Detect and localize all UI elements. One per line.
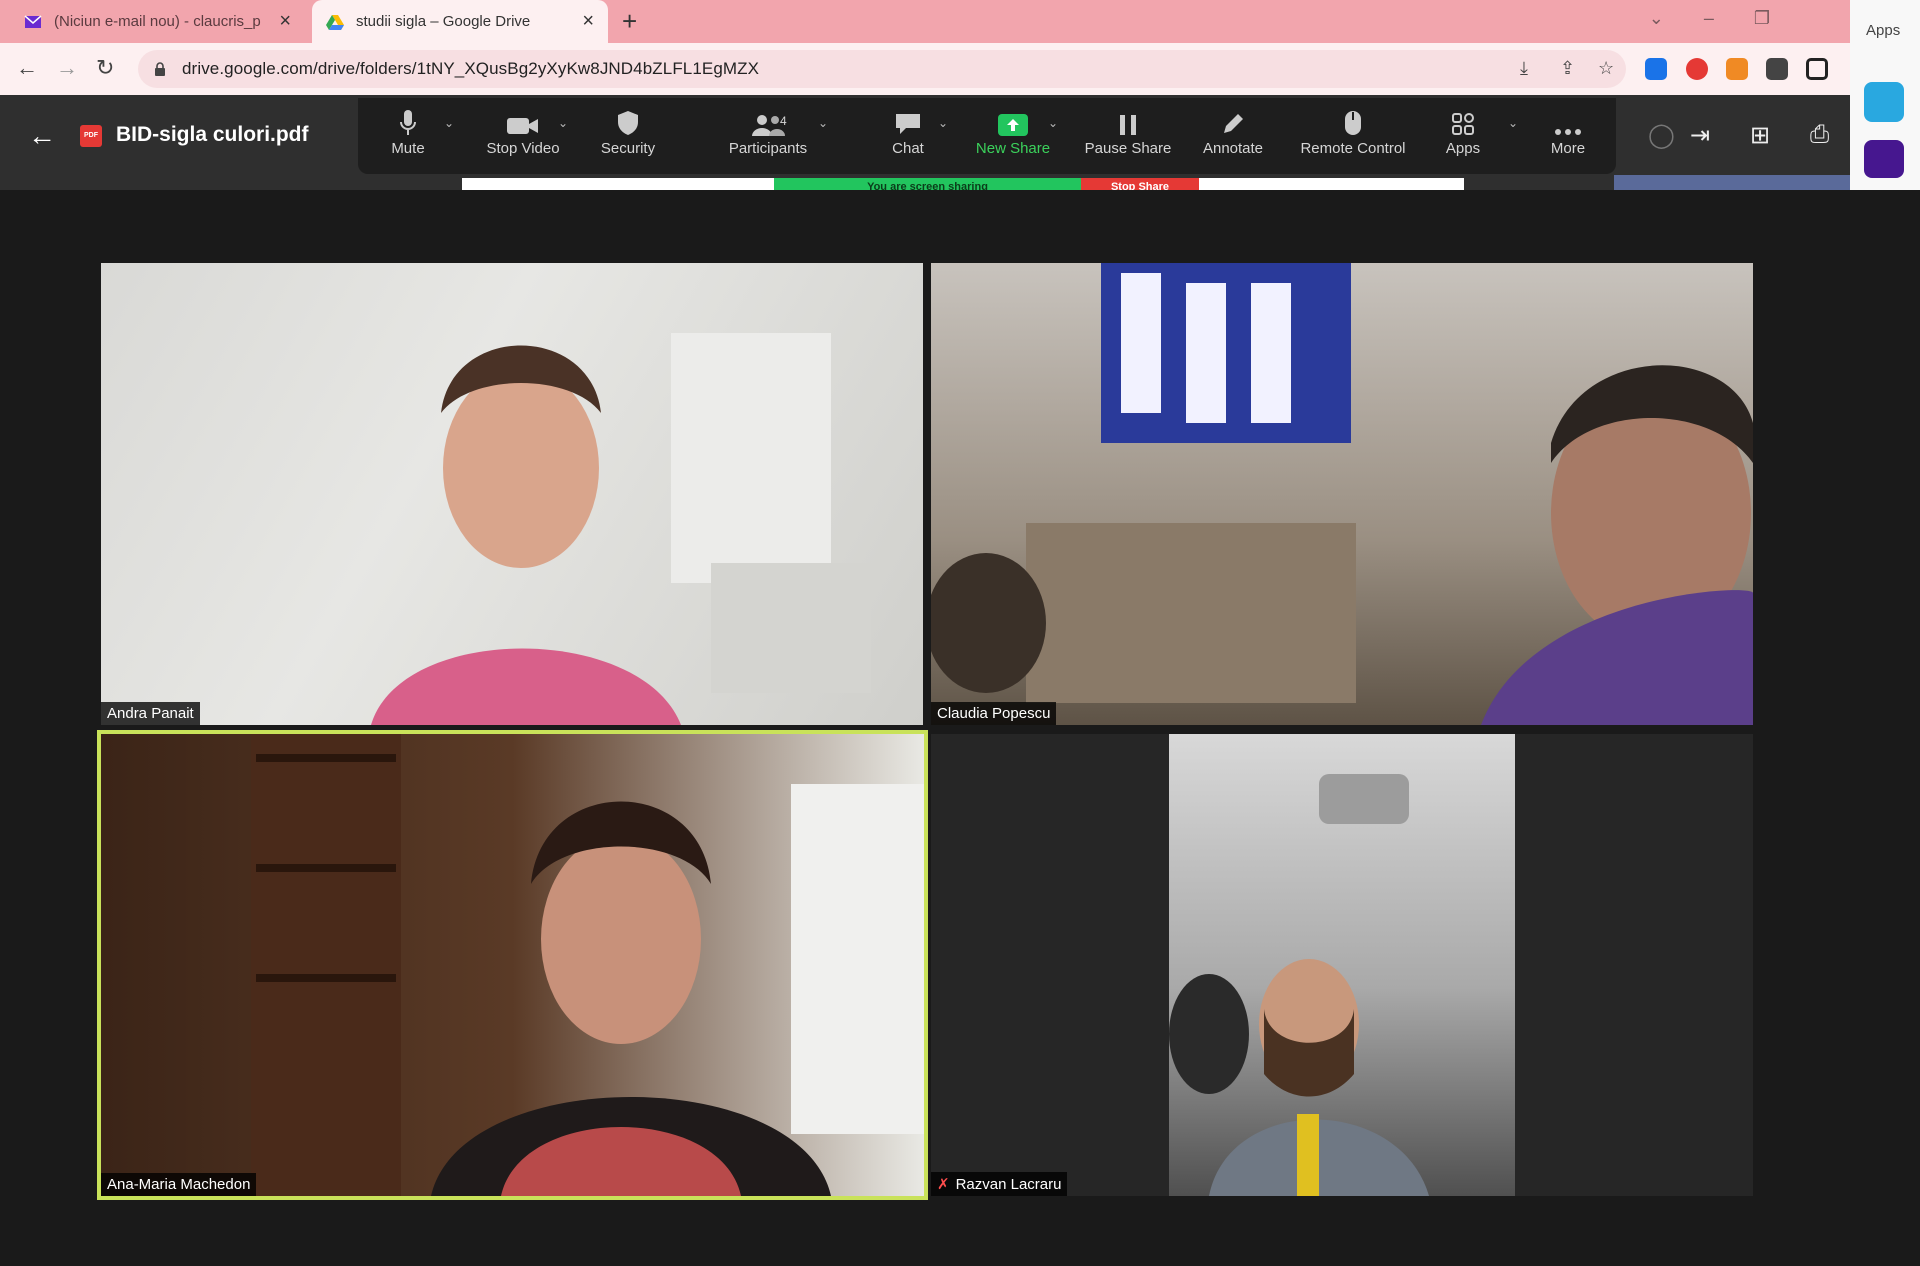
muted-microphone-icon: ✗	[937, 1176, 950, 1193]
apps-label: Apps	[1445, 140, 1481, 157]
video-camera-icon	[507, 118, 538, 134]
close-icon[interactable]: ×	[279, 10, 291, 33]
print-icon[interactable]: ⎙	[1810, 121, 1829, 149]
back-arrow-icon[interactable]: ←	[28, 120, 56, 152]
pause-share-button[interactable]: Pause Share	[1078, 98, 1178, 174]
security-button[interactable]: Security	[588, 98, 668, 174]
participant-video	[931, 263, 1753, 725]
chat-label: Chat	[892, 140, 924, 157]
flip-app-icon[interactable]	[1864, 82, 1904, 122]
new-tab-button[interactable]: +	[622, 6, 637, 37]
lock-icon	[155, 62, 165, 76]
screen-sharing-indicator: You are screen sharing	[774, 178, 1081, 190]
open-with-icon[interactable]: ⇥	[1690, 121, 1710, 150]
mail-icon	[24, 14, 42, 28]
chevron-down-icon[interactable]: ⌄	[818, 116, 828, 130]
shield-icon	[618, 111, 638, 135]
apps-icon	[1452, 113, 1474, 135]
participant-name-text: Razvan Lacraru	[955, 1176, 1062, 1193]
chevron-down-icon[interactable]: ⌄	[444, 116, 454, 130]
side-panel-label: Apps	[1866, 22, 1901, 39]
kahoot-app-icon[interactable]	[1864, 140, 1904, 178]
remote-control-label: Remote Control	[1300, 140, 1406, 157]
check-circle-icon[interactable]: ◯	[1648, 121, 1675, 150]
chevron-down-icon[interactable]: ⌄	[1048, 116, 1058, 130]
apps-button[interactable]: Apps	[1428, 98, 1498, 174]
video-tile[interactable]: Claudia Popescu	[931, 263, 1753, 725]
participant-video	[371, 333, 871, 725]
security-label: Security	[600, 140, 656, 157]
stop-video-button[interactable]: Stop Video	[478, 98, 568, 174]
tab-email[interactable]: (Niciun e-mail nou) - claucris_p ×	[10, 0, 305, 43]
chat-bubble-icon	[896, 114, 920, 134]
side-panel-icon[interactable]	[1806, 58, 1828, 80]
pdf-icon: PDF	[80, 125, 102, 147]
video-tile-active-speaker[interactable]: Ana-Maria Machedon	[97, 730, 928, 1200]
forward-arrow-icon[interactable]: →	[56, 55, 78, 81]
restore-icon[interactable]: ❐	[1754, 8, 1770, 29]
back-arrow-icon[interactable]: ←	[16, 55, 38, 81]
pause-icon	[1120, 115, 1136, 135]
pause-share-label: Pause Share	[1084, 140, 1172, 157]
side-panel: Apps	[1850, 0, 1920, 190]
more-dots-icon	[1555, 129, 1581, 135]
address-bar-row: ← → ↻ drive.google.com/drive/folders/1tN…	[0, 43, 1850, 95]
window-controls: ⌄ – ❐	[1649, 8, 1770, 29]
stop-share-button[interactable]: Stop Share	[1081, 178, 1199, 190]
close-icon[interactable]: ×	[582, 10, 594, 33]
participants-button[interactable]: Participants	[718, 98, 818, 174]
new-share-button[interactable]: New Share	[968, 98, 1058, 174]
metamask-icon[interactable]	[1726, 58, 1748, 80]
tab-strip: (Niciun e-mail nou) - claucris_p × studi…	[0, 0, 1850, 43]
mute-label: Mute	[391, 140, 425, 157]
chevron-down-icon[interactable]: ⌄	[558, 116, 568, 130]
participants-label: Participants	[728, 140, 808, 157]
google-drive-icon	[326, 14, 344, 30]
reload-icon[interactable]: ↻	[96, 55, 114, 81]
video-tile[interactable]: ✗ Razvan Lacraru	[931, 734, 1753, 1196]
mouse-icon	[1345, 111, 1361, 135]
chevron-down-icon[interactable]: ⌄	[1649, 8, 1664, 29]
install-icon[interactable]: ⤓	[1520, 58, 1528, 79]
participant-name: Andra Panait	[101, 702, 200, 725]
tab-google-drive[interactable]: studii sigla – Google Drive ×	[312, 0, 608, 43]
annotate-label: Annotate	[1202, 140, 1264, 157]
stop-video-label: Stop Video	[486, 140, 560, 157]
chevron-down-icon[interactable]: ⌄	[938, 116, 948, 130]
participant-video	[251, 734, 924, 1196]
pdf-title: BID-sigla culori.pdf	[116, 123, 309, 146]
share-screen-icon	[998, 114, 1028, 136]
share-banner: You are screen sharing Stop Share	[462, 178, 1464, 190]
minimize-icon[interactable]: –	[1704, 8, 1714, 29]
new-share-label: New Share	[975, 140, 1051, 157]
mute-button[interactable]: Mute	[378, 98, 438, 174]
add-comment-icon[interactable]: ⊞	[1750, 121, 1770, 150]
microphone-icon	[400, 110, 416, 135]
remote-control-button[interactable]: Remote Control	[1288, 98, 1418, 174]
chevron-down-icon[interactable]: ⌄	[1508, 116, 1518, 130]
annotate-button[interactable]: Annotate	[1188, 98, 1278, 174]
video-tile[interactable]: Andra Panait	[101, 263, 923, 725]
url-text: drive.google.com/drive/folders/1tNY_XQus…	[182, 59, 760, 78]
participant-name: Claudia Popescu	[931, 702, 1057, 725]
participant-count: 4	[780, 114, 787, 128]
extension-icon[interactable]	[1645, 58, 1667, 80]
adblock-icon[interactable]	[1686, 58, 1708, 80]
more-label: More	[1550, 140, 1586, 157]
puzzle-icon[interactable]	[1766, 58, 1788, 80]
share-icon[interactable]: ⇪	[1560, 58, 1575, 79]
tab-title: studii sigla – Google Drive	[356, 13, 531, 30]
bookmark-star-icon[interactable]: ☆	[1598, 58, 1614, 79]
self-view-thumbnail[interactable]	[1614, 175, 1850, 190]
more-button[interactable]: More	[1533, 98, 1603, 174]
tab-title: (Niciun e-mail nou) - claucris_p	[54, 13, 261, 30]
participant-video	[1169, 734, 1515, 1196]
pencil-icon	[1224, 114, 1243, 133]
chat-button[interactable]: Chat	[873, 98, 943, 174]
zoom-share-toolbar: Mute ⌄ Stop Video ⌄ Security Participant…	[358, 98, 1616, 174]
address-bar[interactable]: drive.google.com/drive/folders/1tNY_XQus…	[138, 50, 1626, 88]
participant-name: Ana-Maria Machedon	[101, 1173, 257, 1196]
participant-name: ✗ Razvan Lacraru	[931, 1172, 1068, 1196]
